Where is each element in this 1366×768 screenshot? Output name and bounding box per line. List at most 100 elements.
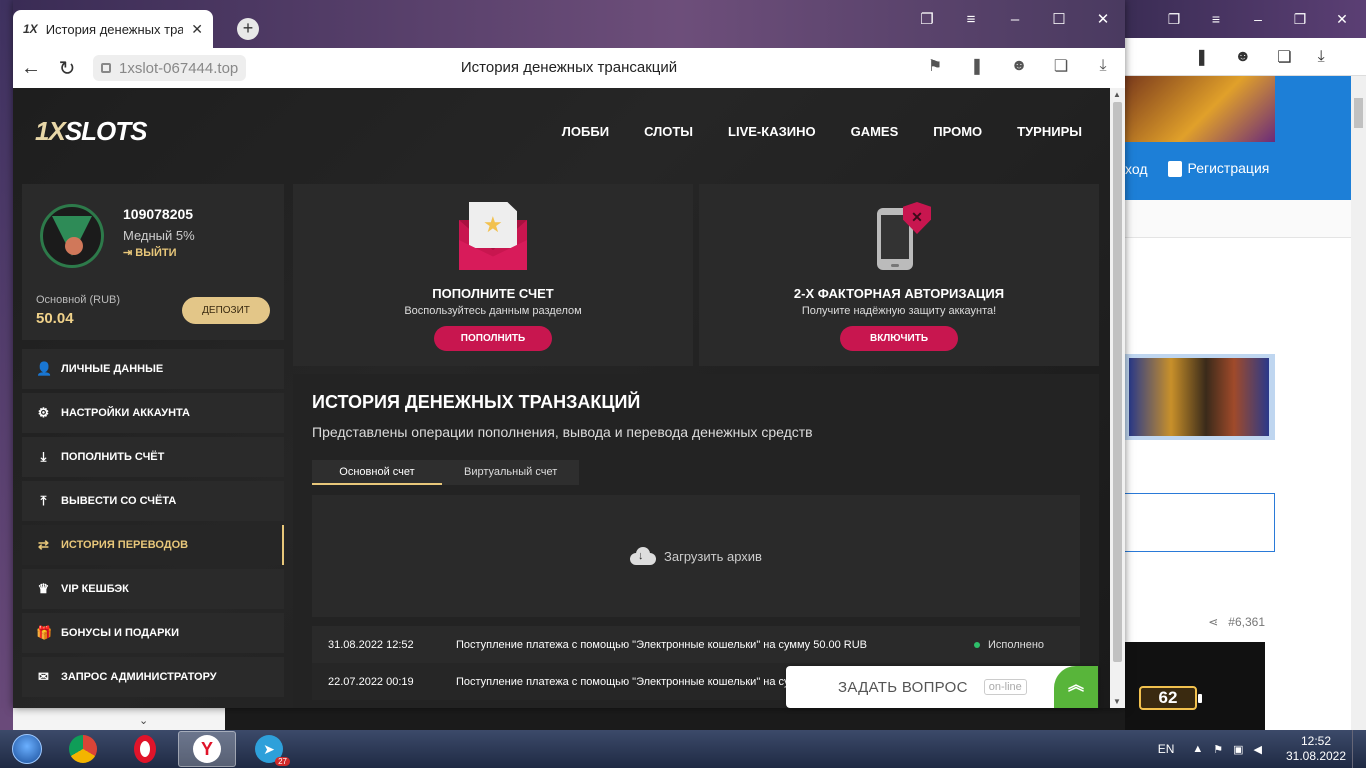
table-row[interactable]: 31.08.2022 12:52 Поступление платежа с п… xyxy=(312,626,1080,663)
promo-2fa-button[interactable]: ВКЛЮЧИТЬ xyxy=(840,326,958,351)
taskbar-chrome[interactable] xyxy=(54,731,112,767)
background-banner-image xyxy=(1125,76,1275,142)
minimize-icon[interactable]: – xyxy=(993,4,1037,34)
system-tray: EN ▲ ⚑ ▣ ◀ 12:52 31.08.2022 xyxy=(1158,730,1366,768)
tab-main-account[interactable]: Основной счет xyxy=(312,460,442,485)
bookmark-icon[interactable]: ❚ xyxy=(965,56,989,76)
history-description: Представлены операции пополнения, вывода… xyxy=(312,424,813,440)
crown-icon: ♛ xyxy=(37,581,50,596)
balance-value: 50.04 xyxy=(36,310,74,327)
upload-icon: ⤒ xyxy=(40,493,47,508)
status-badge: Исполнено xyxy=(974,639,1044,651)
background-scrollbar[interactable] xyxy=(1351,76,1366,730)
background-input-box[interactable] xyxy=(1125,493,1275,552)
show-desktop-button[interactable] xyxy=(1352,730,1366,768)
transfer-arrows-icon: ⇄ xyxy=(38,537,49,552)
background-game-thumbnail[interactable] xyxy=(1125,354,1275,440)
bookmarks-icon[interactable]: ❐ xyxy=(1156,5,1192,33)
background-share-row: ⋖ #6,361 xyxy=(1125,606,1275,638)
menu-icon[interactable]: ≡ xyxy=(1198,5,1234,33)
nav-live-casino[interactable]: LIVE-КАЗИНО xyxy=(728,124,816,139)
extension-icon[interactable]: ❏ xyxy=(1277,47,1291,67)
translate-icon[interactable]: ⚑ xyxy=(923,56,947,76)
start-button[interactable] xyxy=(0,730,54,768)
ask-question-widget[interactable]: ЗАДАТЬ ВОПРОС on-line ︽ xyxy=(786,666,1098,708)
background-strip xyxy=(1125,200,1351,238)
network-icon[interactable]: ▣ xyxy=(1233,743,1243,756)
post-counter: #6,361 xyxy=(1228,615,1265,629)
restore-icon[interactable]: ❐ xyxy=(1282,5,1318,33)
envelope-star-icon: ★ xyxy=(459,202,527,272)
reload-icon[interactable]: ↻ xyxy=(49,56,85,81)
promo-deposit-subtitle: Воспользуйтесь данным разделом xyxy=(404,305,582,317)
address-actions: ⚑ ❚ ☻ ❏ ⤓ xyxy=(923,56,1115,76)
battery-indicator: 62 xyxy=(1139,686,1202,710)
ask-question-label: ЗАДАТЬ ВОПРОС xyxy=(838,678,968,696)
profile-card: 109078205 Медный 5% ⇥ ВЫЙТИ Основной (RU… xyxy=(22,184,284,340)
scrollbar-thumb[interactable] xyxy=(1113,102,1122,662)
url-field[interactable]: 1xslot-067444.top xyxy=(93,55,247,81)
clock[interactable]: 12:52 31.08.2022 xyxy=(1280,734,1352,764)
page-scrollbar[interactable]: ▲ ▼ xyxy=(1110,88,1125,708)
nav-promo[interactable]: ПРОМО xyxy=(933,124,982,139)
nav-lobby[interactable]: ЛОББИ xyxy=(562,124,609,139)
menu-item-vip-cashback[interactable]: ♛ VIP КЕШБЭК xyxy=(22,569,284,609)
browser-menu-icon[interactable]: ≡ xyxy=(949,4,993,34)
nav-tournaments[interactable]: ТУРНИРЫ xyxy=(1017,124,1082,139)
account-tabs: Основной счет Виртуальный счет xyxy=(312,460,580,485)
login-link[interactable]: ход xyxy=(1125,161,1148,177)
desktop-strip xyxy=(0,0,13,730)
nav-slots[interactable]: СЛОТЫ xyxy=(644,124,693,139)
menu-item-transfer-history[interactable]: ⇄ ИСТОРИЯ ПЕРЕВОДОВ xyxy=(22,525,284,565)
background-video[interactable]: 62 xyxy=(1125,642,1265,730)
site-logo[interactable]: 1XSLOTS xyxy=(35,116,147,147)
active-tab[interactable]: 1X История денежных трансакций ✕ xyxy=(13,10,213,48)
logout-link[interactable]: ⇥ ВЫЙТИ xyxy=(123,246,177,259)
download-icon[interactable]: ⤓ xyxy=(1318,48,1325,66)
promo-deposit-button[interactable]: ПОПОЛНИТЬ xyxy=(434,326,552,351)
volume-icon[interactable]: ◀ xyxy=(1254,743,1262,756)
taskbar-telegram[interactable]: ➤ 27 xyxy=(240,731,298,767)
maximize-icon[interactable]: ☐ xyxy=(1037,4,1081,34)
deposit-button[interactable]: ДЕПОЗИТ xyxy=(182,297,270,324)
top-navigation: ЛОББИ СЛОТЫ LIVE-КАЗИНО GAMES ПРОМО ТУРН… xyxy=(562,124,1082,139)
taskbar-opera[interactable] xyxy=(116,731,174,767)
menu-item-bonuses[interactable]: 🎁 БОНУСЫ И ПОДАРКИ xyxy=(22,613,284,653)
language-indicator[interactable]: EN xyxy=(1158,742,1175,756)
tray-expand-icon[interactable]: ▲ xyxy=(1192,743,1203,755)
promo-2fa-card: ✕ 2-Х ФАКТОРНАЯ АВТОРИЗАЦИЯ Получите над… xyxy=(699,184,1099,366)
menu-item-admin-request[interactable]: ✉ ЗАПРОС АДМИНИСТРАТОРУ xyxy=(22,657,284,697)
load-archive-button[interactable]: ↓ Загрузить архив xyxy=(312,495,1080,617)
chevron-up-icon[interactable]: ︽ xyxy=(1054,666,1098,708)
promo-deposit-card: ★ ПОПОЛНИТЕ СЧЕТ Воспользуйтесь данным р… xyxy=(293,184,693,366)
flag-icon[interactable]: ⚑ xyxy=(1213,743,1223,756)
menu-item-personal-data[interactable]: 👤 ЛИЧНЫЕ ДАННЫЕ xyxy=(22,349,284,389)
exit-icon: ⇥ xyxy=(123,247,136,259)
minimize-icon[interactable]: – xyxy=(1240,5,1276,33)
menu-item-account-settings[interactable]: ⚙ НАСТРОЙКИ АККАУНТА xyxy=(22,393,284,433)
nav-games[interactable]: GAMES xyxy=(851,124,899,139)
tab-close-icon[interactable]: ✕ xyxy=(191,21,203,38)
address-bar: ← ↻ 1xslot-067444.top История денежных т… xyxy=(13,48,1125,88)
background-titlebar: ❐ ≡ – ❐ ✕ xyxy=(1125,0,1366,38)
menu-item-deposit[interactable]: ⤓ ПОПОЛНИТЬ СЧЁТ xyxy=(22,437,284,477)
back-arrow-icon[interactable]: ← xyxy=(13,57,49,80)
tab-virtual-account[interactable]: Виртуальный счет xyxy=(442,460,580,485)
share-icon[interactable]: ⋖ xyxy=(1208,615,1218,629)
new-tab-button[interactable]: + xyxy=(237,18,259,40)
close-icon[interactable]: ✕ xyxy=(1324,5,1360,33)
robot-icon[interactable]: ☻ xyxy=(1007,57,1031,75)
promo-2fa-title: 2-Х ФАКТОРНАЯ АВТОРИЗАЦИЯ xyxy=(793,286,1005,301)
chevron-down-icon[interactable]: ⌄ xyxy=(139,714,148,727)
robot-icon[interactable]: ☻ xyxy=(1234,48,1251,66)
background-auth-links: ход Регистрация xyxy=(1125,160,1351,178)
taskbar-yandex[interactable]: Y xyxy=(178,731,236,767)
menu-item-withdraw[interactable]: ⤒ ВЫВЕСТИ СО СЧЁТА xyxy=(22,481,284,521)
register-link[interactable]: Регистрация xyxy=(1167,160,1269,178)
download-icon[interactable]: ⤓ xyxy=(1091,57,1115,75)
bookmarks-panel-icon[interactable]: ❐ xyxy=(905,4,949,34)
close-window-icon[interactable]: ✕ xyxy=(1081,4,1125,34)
bookmark-icon[interactable]: ❚ xyxy=(1195,47,1208,67)
history-title: ИСТОРИЯ ДЕНЕЖНЫХ ТРАНЗАКЦИЙ xyxy=(312,392,641,412)
extension-icon[interactable]: ❏ xyxy=(1049,56,1073,76)
